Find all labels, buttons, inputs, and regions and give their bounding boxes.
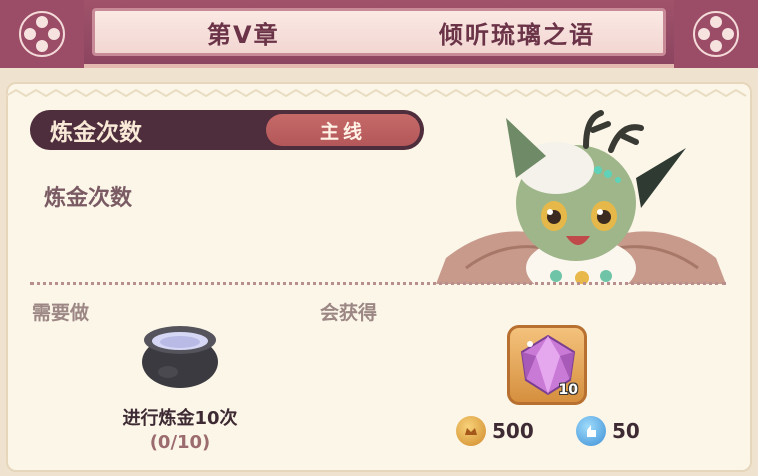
cauldron-icon [142, 326, 218, 388]
task-name: 炼金次数 [50, 120, 142, 146]
task-description: 炼金次数 [44, 186, 133, 211]
chapter-title: 倾听琉璃之语 [439, 20, 595, 49]
reward-item-count: 10 [558, 382, 578, 398]
reward-item-slot[interactable]: 10 [507, 325, 587, 405]
exp-orb-icon [576, 416, 606, 446]
requirements-label: 需要做 [32, 302, 90, 324]
exp-reward: 50 [576, 416, 640, 446]
requirement-text: 进行炼金10次 [122, 408, 238, 429]
header-corner-right [674, 0, 758, 68]
exp-amount: 50 [612, 419, 640, 443]
section-divider [30, 282, 726, 285]
header-title-bar: 第V章 倾听琉璃之语 [92, 8, 666, 56]
flower-ornament-icon [693, 11, 739, 57]
rewards-label: 会获得 [320, 302, 378, 324]
header-corner-left [0, 0, 84, 68]
zigzag-divider [6, 88, 747, 98]
chapter-number: 第V章 [207, 20, 280, 49]
chapter-header: 第V章 倾听琉璃之语 [0, 0, 758, 68]
flower-ornament-icon [19, 11, 65, 57]
task-title-pill: 炼金次数 主线 [30, 110, 424, 150]
gold-reward: 500 [456, 416, 534, 446]
dragon-character-illustration [436, 110, 726, 284]
gold-coin-icon [456, 416, 486, 446]
requirement-progress: (0/10) [149, 432, 211, 453]
gold-amount: 500 [492, 419, 534, 443]
main-story-tag: 主线 [266, 114, 420, 146]
